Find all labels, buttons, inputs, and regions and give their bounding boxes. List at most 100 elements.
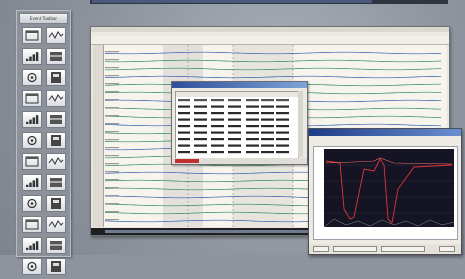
table-cell: [211, 99, 224, 102]
footer-button-2[interactable]: [333, 246, 377, 252]
table-cell: [276, 118, 289, 121]
table-cell: [178, 138, 190, 141]
chart-icon[interactable]: [22, 48, 42, 65]
module-icon[interactable]: [46, 132, 66, 149]
channel-tag: [105, 75, 119, 77]
gauge-icon[interactable]: [46, 237, 66, 254]
dialog-scrollbar[interactable]: [298, 91, 303, 157]
table-cell: [276, 138, 289, 141]
table-cell: [178, 144, 190, 147]
window-icon[interactable]: [22, 27, 42, 44]
table-cell: [211, 138, 224, 141]
footer-button-3[interactable]: [381, 246, 425, 252]
note-icon[interactable]: [22, 174, 42, 191]
table-cell: [194, 99, 207, 102]
table-cell: [261, 112, 274, 115]
dial-icon[interactable]: [22, 153, 42, 170]
table-cell: [194, 118, 207, 121]
table-cell: [211, 125, 224, 128]
table-cell: [178, 99, 190, 102]
table-cell: [194, 151, 207, 154]
table-cell: [228, 112, 241, 115]
waveform-svg: [323, 157, 455, 228]
channel-tag: [105, 123, 119, 125]
sine-icon[interactable]: [46, 48, 66, 65]
table-cell: [246, 138, 259, 141]
event-table[interactable]: [175, 91, 299, 159]
channel-tag: [105, 51, 119, 53]
table-cell: [246, 125, 259, 128]
channel-tag: [105, 83, 119, 85]
table-cell: [246, 112, 259, 115]
channel-tag: [105, 147, 119, 149]
table-cell: [228, 138, 241, 141]
bars-icon[interactable]: [22, 90, 42, 107]
table-cell: [178, 118, 190, 121]
table-cell: [276, 99, 289, 102]
table-cell: [228, 131, 241, 134]
table-cell: [276, 144, 289, 147]
table-cell: [246, 105, 259, 108]
channel-tag: [105, 67, 119, 69]
histogram-icon[interactable]: [46, 69, 66, 86]
panel-icon[interactable]: [22, 132, 42, 149]
layers-icon[interactable]: [46, 258, 66, 275]
channel-tag: [105, 131, 119, 133]
table-cell: [261, 99, 274, 102]
waveform-window: [308, 128, 462, 255]
table-cell: [178, 125, 190, 128]
waveform-window-title[interactable]: [309, 129, 461, 136]
dialog-red-button[interactable]: [175, 159, 199, 163]
table-cell: [228, 99, 241, 102]
waveform-subtitle: [309, 136, 461, 142]
table-cell: [276, 105, 289, 108]
channel-tag: [105, 59, 119, 61]
spectrum-icon[interactable]: [22, 69, 42, 86]
table-cell: [228, 151, 241, 154]
list-icon[interactable]: [22, 111, 42, 128]
waveform-footer: [309, 244, 461, 254]
table-cell: [211, 131, 224, 134]
table-cell: [261, 125, 274, 128]
dialog-title-bar[interactable]: [172, 82, 307, 88]
waveform-icon[interactable]: [46, 27, 66, 44]
table-icon[interactable]: [46, 153, 66, 170]
channel-tag: [105, 139, 119, 141]
keyboard-icon[interactable]: [46, 216, 66, 233]
table-cell: [178, 105, 190, 108]
table-cell: [246, 131, 259, 134]
footer-button-4[interactable]: [439, 246, 455, 252]
table-cell: [228, 144, 241, 147]
table-cell: [211, 112, 224, 115]
stack-icon[interactable]: [46, 174, 66, 191]
tool-grid: [22, 27, 66, 279]
channel-tag: [105, 203, 119, 205]
main-toolbar[interactable]: [91, 36, 449, 49]
channel-tag: [105, 211, 119, 213]
channel-tag: [105, 195, 119, 197]
form-icon[interactable]: [46, 195, 66, 212]
grid-icon[interactable]: [46, 90, 66, 107]
camera-icon[interactable]: [22, 258, 42, 275]
table-cell: [261, 105, 274, 108]
spike-trace: [325, 158, 453, 224]
table-cell: [178, 112, 190, 115]
table-cell: [246, 99, 259, 102]
event-table-rows: [176, 92, 298, 154]
toolbox-title: Event Toolbar: [19, 13, 68, 24]
table-cell: [276, 131, 289, 134]
table-cell: [228, 125, 241, 128]
table-cell: [261, 118, 274, 121]
channel-tag: [105, 179, 119, 181]
footer-button-1[interactable]: [313, 246, 329, 252]
table-cell: [276, 151, 289, 154]
waveform-plot-frame: [313, 146, 458, 240]
trace-icon[interactable]: [22, 237, 42, 254]
counter-icon[interactable]: [46, 111, 66, 128]
waveform-plot: [323, 149, 455, 228]
text-tool-icon[interactable]: [22, 195, 42, 212]
table-cell: [261, 131, 274, 134]
table-cell: [261, 144, 274, 147]
table-cell: [211, 144, 224, 147]
equalizer-icon[interactable]: [22, 216, 42, 233]
